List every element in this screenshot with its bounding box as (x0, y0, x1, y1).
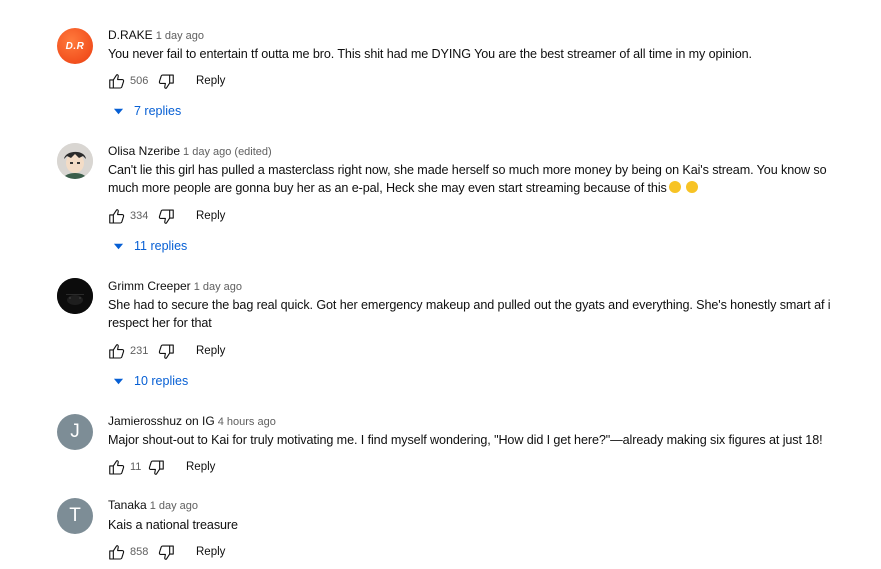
comment-header: Grimm Creeper 1 day ago (108, 279, 242, 294)
avatar[interactable]: T (57, 498, 93, 534)
reply-button[interactable]: Reply (196, 345, 225, 357)
avatar[interactable]: J (57, 414, 93, 450)
like-count: 231 (130, 345, 149, 357)
comment-actions: 506 Reply (106, 71, 225, 91)
comment-text: She had to secure the bag real quick. Go… (108, 298, 831, 330)
view-replies-button[interactable]: 10 replies (113, 374, 188, 388)
comment-actions: 858 Reply (106, 542, 225, 562)
thumb-down-icon (147, 458, 166, 477)
dislike-button[interactable] (156, 341, 176, 361)
comment-text: Major shout-out to Kai for truly motivat… (108, 433, 823, 447)
comment-timestamp[interactable]: 1 day ago (150, 500, 198, 512)
reply-button[interactable]: Reply (196, 210, 225, 222)
author-name[interactable]: Jamierosshuz on IG (108, 414, 215, 428)
avatar-letter: T (69, 505, 81, 526)
thumb-down-icon (157, 72, 176, 91)
thumb-up-icon (107, 72, 126, 91)
avatar[interactable]: D.R (57, 28, 93, 64)
comment-text-body: Can't lie this girl has pulled a masterc… (108, 163, 827, 195)
avatar[interactable] (57, 143, 93, 179)
comment-header: Jamierosshuz on IG 4 hours ago (108, 414, 276, 429)
replies-count-label: 10 replies (134, 374, 189, 388)
comment-timestamp[interactable]: 1 day ago (edited) (183, 146, 272, 158)
like-button[interactable] (106, 206, 126, 226)
author-name[interactable]: Olisa Nzeribe (108, 144, 180, 158)
caret-down-icon (113, 106, 124, 117)
thumb-down-icon (157, 342, 176, 361)
like-count: 11 (130, 461, 142, 473)
like-button[interactable] (106, 71, 126, 91)
like-count: 858 (130, 546, 149, 558)
anime-character-avatar-icon (57, 143, 93, 179)
thumb-up-icon (107, 543, 126, 562)
dislike-button[interactable] (156, 206, 176, 226)
dislike-button[interactable] (156, 542, 176, 562)
reply-button[interactable]: Reply (196, 75, 225, 87)
thumb-up-icon (107, 458, 126, 477)
reply-button[interactable]: Reply (196, 546, 225, 558)
avatar-initials: D.R (65, 40, 85, 52)
comment-text: You never fail to entertain tf outta me … (108, 47, 752, 61)
author-name[interactable]: Grimm Creeper (108, 279, 191, 293)
comment-header: D.RAKE 1 day ago (108, 28, 204, 43)
replies-count-label: 11 replies (134, 239, 188, 253)
avatar-letter: J (70, 421, 80, 442)
avatar[interactable] (57, 278, 93, 314)
caret-down-icon (113, 376, 124, 387)
caret-down-icon (113, 241, 124, 252)
like-count: 506 (130, 75, 149, 87)
like-button[interactable] (106, 341, 126, 361)
like-button[interactable] (106, 542, 126, 562)
like-button[interactable] (106, 457, 126, 477)
comment-actions: 231 Reply (106, 341, 225, 361)
thumb-up-icon (107, 342, 126, 361)
thumb-down-icon (157, 543, 176, 562)
rolling-on-floor-laughing-emoji-icon (668, 181, 681, 193)
thumb-up-icon (107, 207, 126, 226)
view-replies-button[interactable]: 7 replies (113, 104, 181, 118)
comment-timestamp[interactable]: 4 hours ago (218, 416, 276, 428)
dark-avatar-icon (57, 278, 93, 314)
comment-timestamp[interactable]: 1 day ago (156, 30, 204, 42)
dislike-button[interactable] (156, 71, 176, 91)
reply-button[interactable]: Reply (186, 461, 215, 473)
author-name[interactable]: D.RAKE (108, 28, 153, 42)
comment-actions: 11 Reply (106, 457, 215, 477)
like-count: 334 (130, 210, 149, 222)
dislike-button[interactable] (146, 457, 166, 477)
comment-text: Can't lie this girl has pulled a masterc… (108, 161, 843, 197)
comment-header: Olisa Nzeribe 1 day ago (edited) (108, 144, 272, 159)
comment-header: Tanaka 1 day ago (108, 498, 198, 513)
comment-text: Kais a national treasure (108, 518, 238, 532)
comment-timestamp[interactable]: 1 day ago (194, 281, 242, 293)
comment-actions: 334 Reply (106, 206, 225, 226)
replies-count-label: 7 replies (134, 104, 182, 118)
author-name[interactable]: Tanaka (108, 498, 147, 512)
view-replies-button[interactable]: 11 replies (113, 239, 187, 253)
rolling-on-floor-laughing-emoji-icon (686, 181, 699, 193)
thumb-down-icon (157, 207, 176, 226)
